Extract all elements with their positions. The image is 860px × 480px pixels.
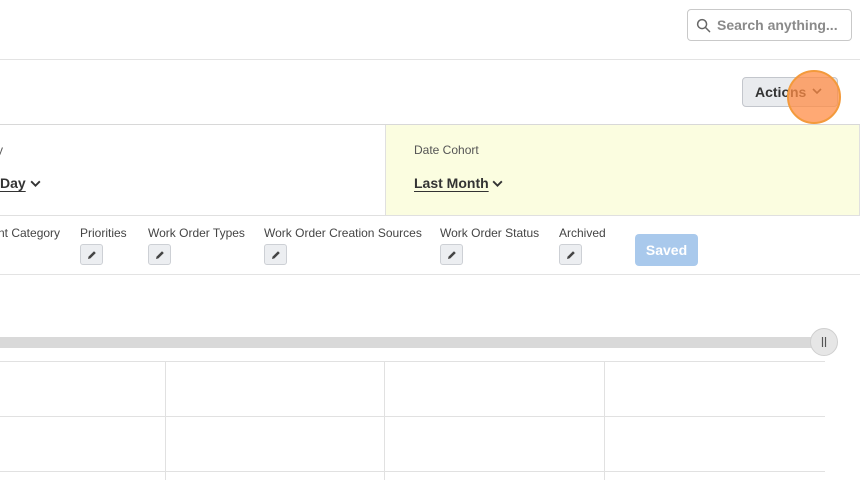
filter-priorities: Priorities bbox=[80, 226, 127, 265]
pencil-icon bbox=[447, 250, 456, 259]
grip-icon bbox=[821, 337, 827, 347]
grid-column-divider bbox=[604, 362, 605, 480]
filter-category: nt Category bbox=[0, 226, 60, 240]
filter-label: Work Order Types bbox=[148, 226, 245, 240]
scrollbar-handle[interactable] bbox=[810, 328, 838, 356]
edit-archived-button[interactable] bbox=[559, 244, 582, 265]
filter-archived: Archived bbox=[559, 226, 606, 265]
actions-bar: Actions bbox=[0, 60, 860, 125]
filter-label: Work Order Creation Sources bbox=[264, 226, 422, 240]
edit-creation-sources-button[interactable] bbox=[264, 244, 287, 265]
filter-work-order-creation-sources: Work Order Creation Sources bbox=[264, 226, 422, 265]
edit-priorities-button[interactable] bbox=[80, 244, 103, 265]
pencil-icon bbox=[271, 250, 280, 259]
filter-label: Archived bbox=[559, 226, 606, 240]
edit-work-order-types-button[interactable] bbox=[148, 244, 171, 265]
group-by-select[interactable]: Day bbox=[0, 175, 26, 191]
horizontal-scrollbar[interactable] bbox=[0, 337, 825, 348]
filter-work-order-status: Work Order Status bbox=[440, 226, 539, 265]
search-input[interactable] bbox=[717, 17, 847, 33]
pencil-icon bbox=[155, 250, 164, 259]
chevron-down-icon[interactable] bbox=[491, 177, 504, 190]
grid-column-divider bbox=[384, 362, 385, 480]
grid-row-divider bbox=[0, 361, 825, 362]
filter-label: Priorities bbox=[80, 226, 127, 240]
cell-label-date-cohort: Date Cohort bbox=[414, 143, 479, 157]
date-cohort-select[interactable]: Last Month bbox=[414, 175, 489, 191]
grid-column-divider bbox=[165, 362, 166, 480]
filters-row: nt Category Priorities Work Order Types … bbox=[0, 216, 860, 275]
filter-label: Work Order Status bbox=[440, 226, 540, 240]
search-icon bbox=[696, 18, 711, 32]
chevron-down-icon bbox=[812, 88, 822, 95]
cell-date-cohort: Date Cohort Last Month bbox=[386, 125, 860, 215]
edit-work-order-status-button[interactable] bbox=[440, 244, 463, 265]
cell-group-by: y Day bbox=[0, 125, 386, 215]
filter-work-order-types: Work Order Types bbox=[148, 226, 245, 265]
saved-button[interactable]: Saved bbox=[635, 234, 698, 266]
actions-button-label: Actions bbox=[755, 84, 807, 100]
pencil-icon bbox=[566, 250, 575, 259]
grid-row-divider bbox=[0, 471, 825, 472]
top-header bbox=[0, 0, 860, 60]
search-box[interactable] bbox=[687, 9, 852, 41]
actions-button[interactable]: Actions bbox=[742, 77, 838, 107]
chevron-down-icon[interactable] bbox=[29, 177, 42, 190]
grid-row-divider bbox=[0, 416, 825, 417]
cell-label-group-by: y bbox=[0, 143, 3, 157]
pencil-icon bbox=[87, 250, 96, 259]
filter-label: nt Category bbox=[0, 226, 61, 240]
cohort-cells: y Day Date Cohort Last Month bbox=[0, 125, 860, 216]
